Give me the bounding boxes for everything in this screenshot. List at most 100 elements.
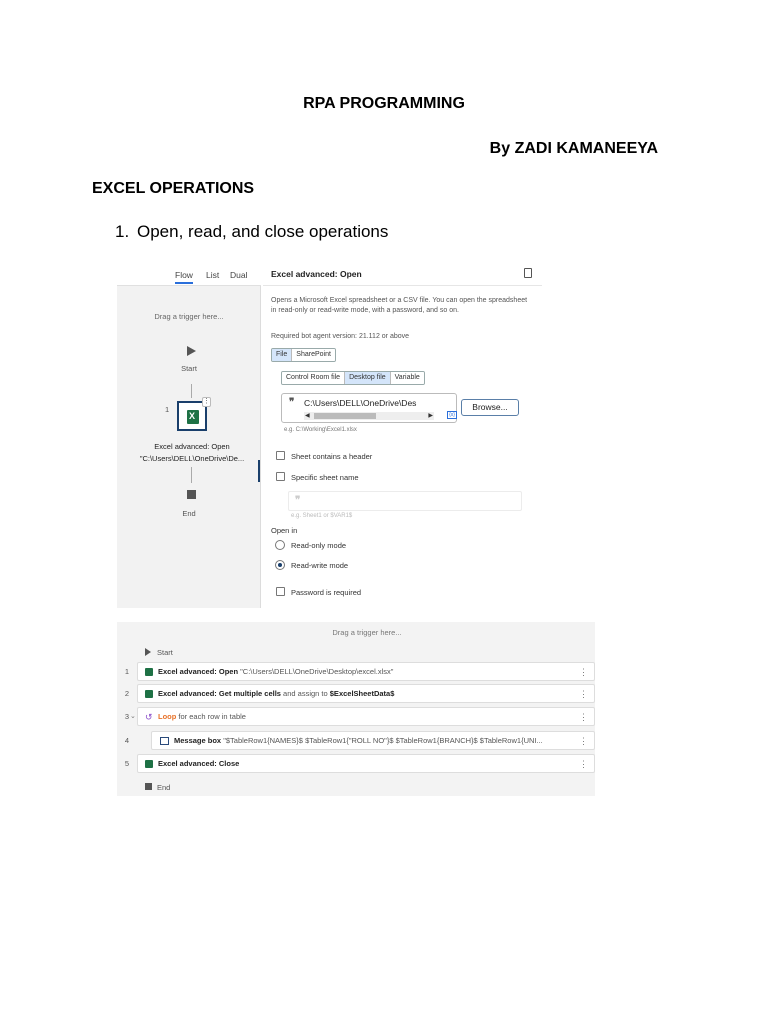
file-location-tabs: Control Room file Desktop file Variable	[281, 371, 425, 385]
start-play-icon	[145, 648, 151, 656]
read-only-label: Read-only mode	[291, 541, 347, 550]
source-tabs: File SharePoint	[271, 348, 336, 362]
scrollbar-thumb[interactable]	[314, 413, 376, 419]
open-in-label: Open in	[271, 526, 298, 535]
panel-resize-handle[interactable]	[258, 460, 260, 482]
header-checkbox[interactable]	[276, 451, 285, 460]
file-path-input[interactable]: ❞ C:\Users\DELL\OneDrive\Des ◀ ▶ {x}	[281, 393, 457, 423]
trigger-drop-zone[interactable]: Drag a trigger here...	[117, 312, 261, 321]
action-detail: "$TableRow1{NAMES}$ $TableRow1{"ROLL NO"…	[221, 736, 543, 745]
node-subtitle: "C:\Users\DELL\OneDrive\De...	[139, 454, 245, 463]
list-number: 1.	[115, 222, 130, 241]
properties-header: Excel advanced: Open	[263, 260, 542, 286]
tab-dual[interactable]: Dual	[230, 270, 247, 280]
action-card[interactable]: Excel advanced: Get multiple cells and a…	[137, 684, 595, 703]
connector-line	[191, 467, 192, 483]
end-stop-icon	[187, 490, 196, 499]
end-row: End	[117, 778, 595, 797]
action-name: Excel advanced: Get multiple cells	[158, 689, 281, 698]
action-detail: "C:\Users\DELL\OneDrive\Desktop\excel.xl…	[238, 667, 394, 676]
table-row[interactable]: 5 Excel advanced: Close ⋮	[117, 754, 595, 773]
end-label: End	[182, 509, 196, 518]
document-icon[interactable]	[524, 268, 532, 278]
sheet-name-checkbox-label: Specific sheet name	[291, 473, 359, 482]
tab-list[interactable]: List	[206, 270, 219, 280]
document-author: By ZADI KAMANEEYA	[489, 140, 658, 157]
action-text: Excel advanced: Open "C:\Users\DELL\OneD…	[158, 663, 574, 681]
action-name: Message box	[174, 736, 222, 745]
scroll-left-icon[interactable]: ◀	[305, 412, 310, 420]
sheet-name-input[interactable]: ❞	[288, 491, 522, 511]
start-label: Start	[181, 364, 197, 373]
tab-variable[interactable]: Variable	[390, 372, 424, 384]
header-checkbox-label: Sheet contains a header	[291, 452, 373, 461]
properties-title: Excel advanced: Open	[271, 269, 362, 279]
quote-icon: ❞	[295, 495, 301, 506]
flow-editor-screenshot: Flow List Dual Drag a trigger here... St…	[117, 260, 542, 608]
start-play-icon	[187, 346, 196, 356]
kebab-menu-icon[interactable]: ⋮	[579, 732, 588, 750]
node-title: Excel advanced: Open	[154, 442, 230, 451]
action-text: Excel advanced: Get multiple cells and a…	[158, 685, 574, 703]
insert-variable-icon[interactable]: {x}	[447, 411, 457, 419]
quote-icon: ❞	[289, 397, 295, 408]
password-checkbox[interactable]	[276, 587, 285, 596]
excel-icon	[145, 668, 153, 676]
scroll-right-icon[interactable]: ▶	[428, 412, 433, 420]
password-checkbox-label: Password is required	[291, 588, 362, 597]
table-row[interactable]: 4 Message box "$TableRow1{NAMES}$ $Table…	[117, 731, 595, 750]
action-card[interactable]: ↺ Loop for each row in table ⋮	[137, 707, 595, 726]
tab-sharepoint[interactable]: SharePoint	[292, 349, 335, 361]
list-view-screenshot: Drag a trigger here... Start 1 Excel adv…	[117, 622, 595, 796]
row-number: 3	[124, 712, 129, 721]
kebab-menu-icon[interactable]: ⋮	[579, 755, 588, 773]
example-path-hint: e.g. C:\Working\Excel1.xlsx	[284, 427, 357, 433]
properties-panel: Excel advanced: Open Opens a Microsoft E…	[263, 260, 542, 608]
view-tabs: Flow List Dual	[117, 260, 261, 286]
tab-flow[interactable]: Flow	[175, 270, 193, 284]
horizontal-scrollbar[interactable]: ◀ ▶	[304, 412, 434, 420]
action-card[interactable]: Excel advanced: Close ⋮	[137, 754, 595, 773]
action-text: Excel advanced: Close	[158, 755, 574, 773]
collapse-caret-icon[interactable]: ⌄	[130, 707, 136, 726]
read-write-radio[interactable]	[275, 560, 285, 570]
action-name: Excel advanced: Open	[158, 667, 239, 676]
kebab-menu-icon[interactable]: ⋮	[579, 708, 588, 726]
tab-control-room-file[interactable]: Control Room file	[282, 372, 346, 384]
start-row: Start	[117, 643, 595, 662]
read-only-radio[interactable]	[275, 540, 285, 550]
flow-panel: Flow List Dual Drag a trigger here... St…	[117, 260, 261, 608]
action-detail: and assign to	[280, 689, 330, 698]
output-variable: $ExcelSheetData$	[329, 689, 395, 698]
read-write-label: Read-write mode	[291, 561, 349, 570]
table-row[interactable]: 2 Excel advanced: Get multiple cells and…	[117, 684, 595, 703]
section-heading: EXCEL OPERATIONS	[92, 180, 255, 197]
connector-line	[191, 384, 192, 398]
excel-icon	[145, 760, 153, 768]
list-heading: 1. Open, read, and close operations	[115, 222, 388, 242]
table-row[interactable]: 3 ⌄ ↺ Loop for each row in table ⋮	[117, 707, 595, 726]
kebab-menu-icon[interactable]: ⋮	[579, 685, 588, 703]
row-number: 1	[124, 667, 129, 676]
tab-desktop-file[interactable]: Desktop file	[345, 372, 391, 384]
table-row[interactable]: 1 Excel advanced: Open "C:\Users\DELL\On…	[117, 662, 595, 681]
loop-icon: ↺	[145, 712, 153, 722]
document-title: RPA PROGRAMMING	[303, 95, 465, 112]
action-detail: for each row in table	[176, 712, 246, 721]
kebab-menu-icon[interactable]: ⋮	[579, 663, 588, 681]
action-card[interactable]: Excel advanced: Open "C:\Users\DELL\OneD…	[137, 662, 595, 681]
action-card[interactable]: Message box "$TableRow1{NAMES}$ $TableRo…	[151, 731, 595, 750]
sheet-example-hint: e.g. Sheet1 or $VAR1$	[291, 513, 353, 519]
action-text: Message box "$TableRow1{NAMES}$ $TableRo…	[174, 732, 574, 750]
row-number: 2	[124, 689, 129, 698]
list-item-text: Open, read, and close operations	[137, 222, 389, 241]
action-name: Excel advanced: Close	[158, 759, 240, 768]
loop-keyword: Loop	[158, 712, 177, 721]
tab-file[interactable]: File	[272, 349, 293, 361]
sheet-name-checkbox[interactable]	[276, 472, 285, 481]
trigger-drop-zone[interactable]: Drag a trigger here...	[117, 628, 617, 637]
row-number: 5	[124, 759, 129, 768]
start-label: Start	[157, 648, 173, 657]
browse-button[interactable]: Browse...	[461, 399, 519, 416]
node-menu-icon[interactable]: ⋮	[202, 397, 211, 407]
